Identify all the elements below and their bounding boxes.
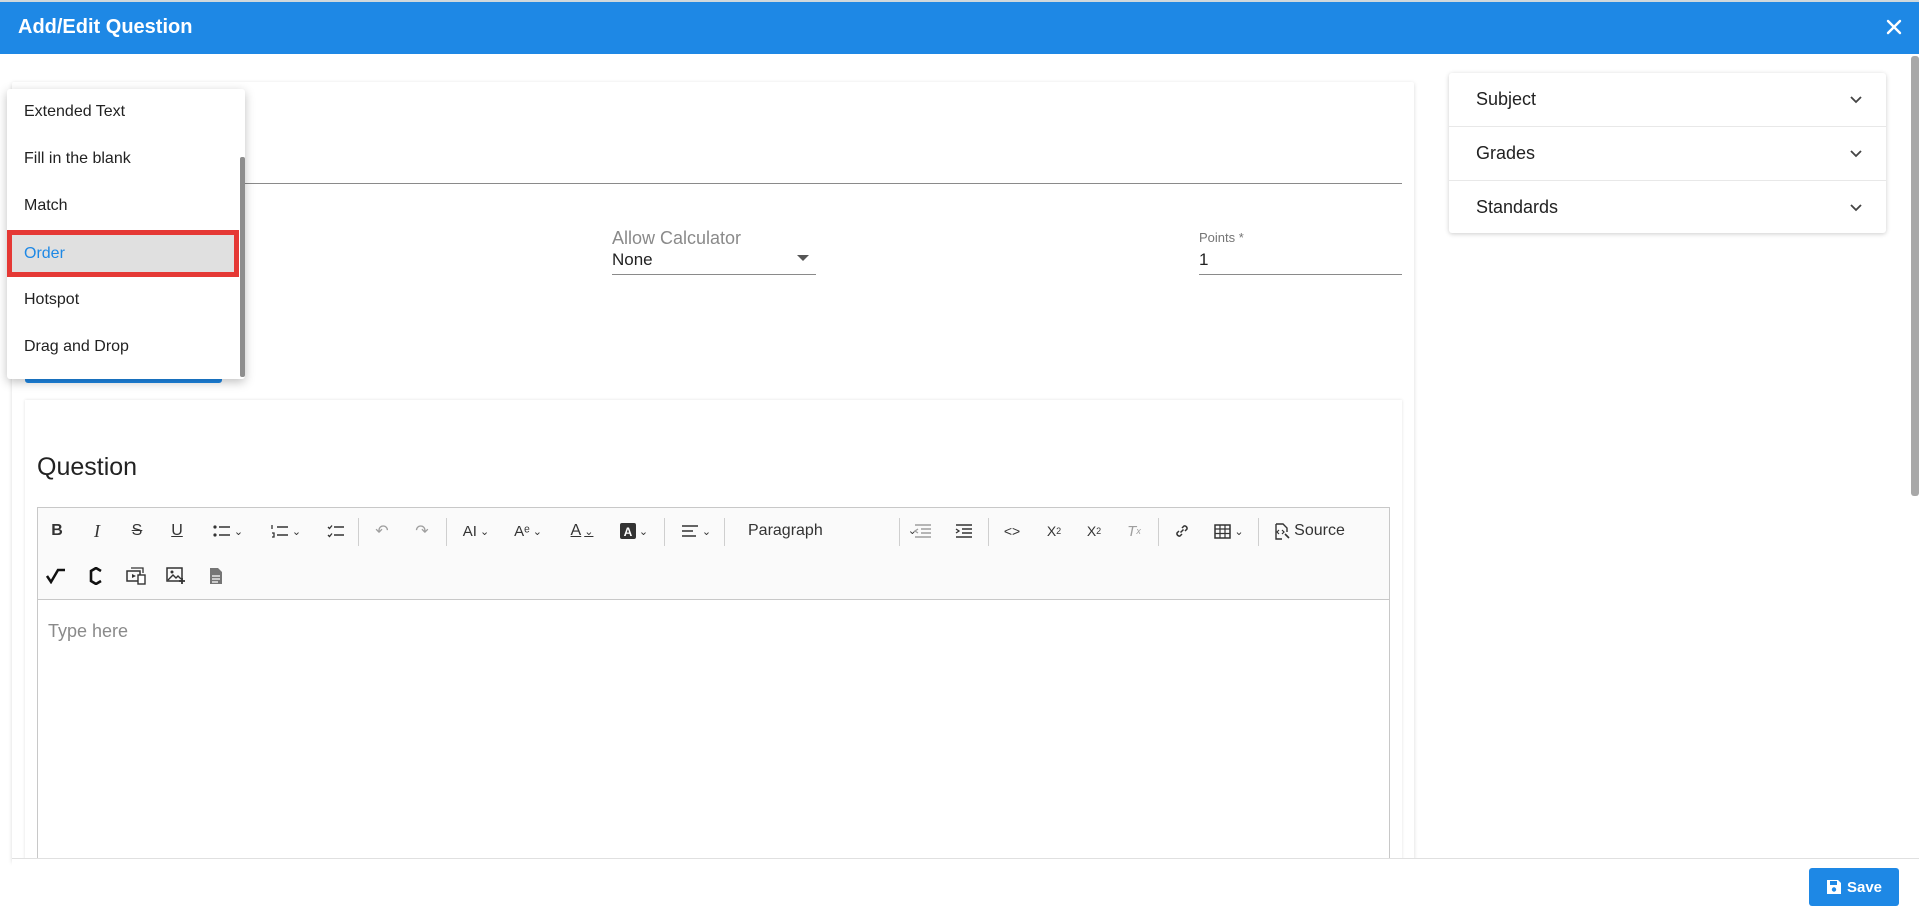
font-color-icon[interactable]: A ⌄ xyxy=(562,516,602,546)
caret-down-icon[interactable] xyxy=(797,255,809,261)
source-label: Source xyxy=(1294,522,1345,539)
toolbar-divider xyxy=(1158,518,1159,546)
points-input[interactable]: 1 xyxy=(1199,250,1208,270)
chemistry-icon[interactable] xyxy=(82,561,110,591)
bulleted-list-icon[interactable]: ⌄ xyxy=(206,516,250,546)
save-label: Save xyxy=(1846,878,1883,896)
toolbar-divider xyxy=(1258,518,1259,546)
media-embed-icon[interactable] xyxy=(122,561,150,591)
question-heading: Question xyxy=(37,453,138,481)
question-type-dropdown: Extended Text Fill in the blank Match Or… xyxy=(7,89,245,379)
link-icon[interactable] xyxy=(1168,516,1196,546)
grades-accordion[interactable]: Grades xyxy=(1449,127,1886,181)
align-icon[interactable]: ⌄ xyxy=(674,516,718,546)
strikethrough-icon[interactable]: S xyxy=(124,516,150,546)
font-size-icon[interactable]: AI ⌄ xyxy=(456,516,496,546)
toolbar-divider xyxy=(724,518,725,546)
save-button[interactable]: Save xyxy=(1809,868,1899,906)
remove-format-icon[interactable]: Tx xyxy=(1120,516,1148,546)
chevron-down-icon xyxy=(1848,91,1864,112)
dropdown-item[interactable]: Drag and Drop xyxy=(7,324,239,371)
source-button[interactable]: Source xyxy=(1268,516,1350,546)
close-icon[interactable] xyxy=(1881,14,1907,40)
calculator-label: Allow Calculator xyxy=(612,228,742,248)
dropdown-item[interactable]: Fill in the blank xyxy=(7,136,239,183)
toolbar-divider xyxy=(358,518,359,546)
page-scrollbar[interactable] xyxy=(1911,56,1919,496)
standards-label: Standards xyxy=(1476,197,1559,217)
calculator-underline xyxy=(612,274,816,275)
dropdown-item[interactable]: Hotspot xyxy=(7,277,239,324)
underline-icon[interactable]: U xyxy=(164,516,190,546)
table-icon[interactable]: ⌄ xyxy=(1208,516,1250,546)
subject-label: Subject xyxy=(1476,89,1537,109)
title-input-underline[interactable] xyxy=(230,183,1402,184)
grades-label: Grades xyxy=(1476,143,1536,163)
outdent-icon[interactable] xyxy=(909,516,937,546)
paragraph-select-label: Paragraph xyxy=(748,522,823,539)
standards-accordion[interactable]: Standards xyxy=(1449,181,1886,235)
metadata-panel: Subject Grades Standards xyxy=(1449,73,1886,233)
dialog-footer: Save xyxy=(12,858,1919,907)
points-label: Points * xyxy=(1199,230,1244,245)
toolbar-divider xyxy=(988,518,989,546)
dropdown-scrollbar[interactable] xyxy=(240,157,245,377)
toolbar-divider xyxy=(899,518,900,546)
superscript-icon[interactable]: X2 xyxy=(1080,516,1108,546)
undo-icon[interactable]: ↶ xyxy=(368,516,396,546)
dialog-header: Add/Edit Question xyxy=(0,0,1919,54)
indent-icon[interactable] xyxy=(950,516,978,546)
toolbar-divider xyxy=(664,518,665,546)
document-icon[interactable] xyxy=(202,561,230,591)
background-color-icon[interactable]: A ⌄ xyxy=(614,516,654,546)
dropdown-item[interactable]: Extended Text xyxy=(7,89,239,136)
editor-placeholder: Type here xyxy=(48,621,129,641)
bold-icon[interactable]: B xyxy=(44,516,70,546)
points-underline xyxy=(1199,274,1402,275)
dropdown-item-selected[interactable]: Order xyxy=(7,230,239,277)
dropdown-item[interactable]: Match xyxy=(7,183,239,230)
insert-image-icon[interactable] xyxy=(162,561,190,591)
numbered-list-icon[interactable]: ⌄ xyxy=(264,516,308,546)
editor-toolbar: B I S U ⌄ ⌄ ↶ ↷ AI ⌄ Aᵉ ⌄ A ⌄ A ⌄ ⌄ Paragrap… xyxy=(37,507,1390,600)
subject-accordion[interactable]: Subject xyxy=(1449,73,1886,127)
calculator-select[interactable]: None xyxy=(612,250,653,270)
chevron-down-icon xyxy=(1848,145,1864,166)
toolbar-divider xyxy=(446,518,447,546)
font-family-icon[interactable]: Aᵉ ⌄ xyxy=(508,516,548,546)
question-editor[interactable]: Type here xyxy=(37,599,1390,869)
italic-icon[interactable]: I xyxy=(84,516,110,546)
math-icon[interactable] xyxy=(42,561,70,591)
save-icon xyxy=(1826,880,1841,894)
redo-icon[interactable]: ↷ xyxy=(408,516,436,546)
dialog-title: Add/Edit Question xyxy=(18,16,193,38)
chevron-down-icon xyxy=(1848,199,1864,220)
svg-text:A: A xyxy=(624,525,633,539)
checklist-icon[interactable] xyxy=(322,516,350,546)
subscript-icon[interactable]: X2 xyxy=(1040,516,1068,546)
code-icon[interactable]: <> xyxy=(998,516,1026,546)
paragraph-select[interactable]: Paragraph ⌄ xyxy=(740,516,925,546)
